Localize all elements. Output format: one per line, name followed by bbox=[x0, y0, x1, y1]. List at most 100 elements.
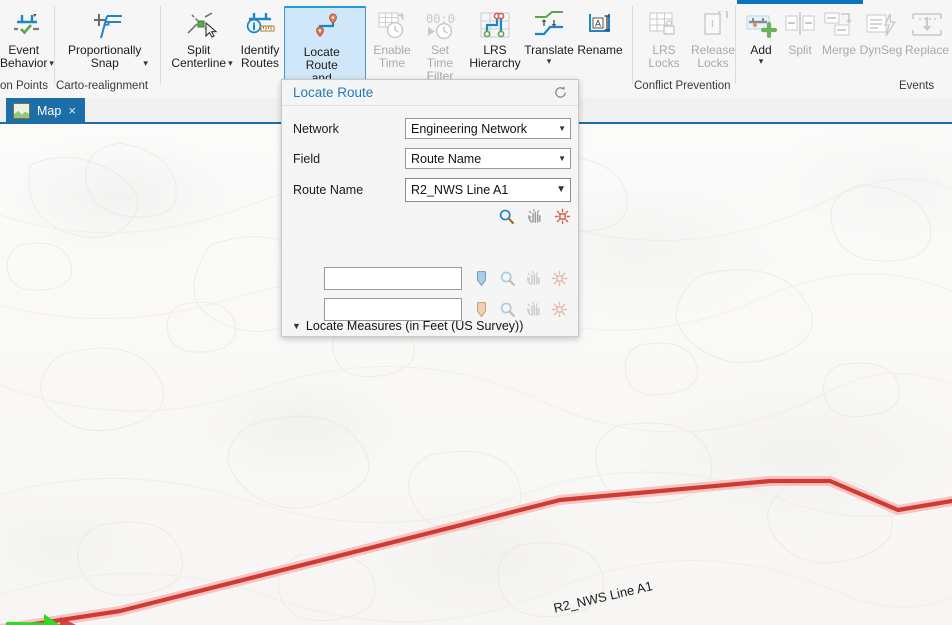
svg-text:A: A bbox=[595, 19, 601, 29]
ribbon-button-label: Split Centerline bbox=[171, 44, 226, 70]
route-action-icons bbox=[498, 208, 571, 225]
chevron-down-icon: ▼ bbox=[558, 155, 566, 163]
arcgis-pro-window: Event Behavior▾ Proportionally Snap▾ Spl… bbox=[0, 0, 952, 625]
ribbon-button-label: Proportionally Snap bbox=[68, 44, 141, 70]
ribbon-button-label: LRS Locks bbox=[648, 44, 679, 70]
ribbon-button-lrs-hierarchy[interactable]: LRS Hierarchy bbox=[464, 6, 526, 72]
route-name-combobox[interactable]: R2_NWS Line A1 ▼ bbox=[405, 178, 571, 202]
locate-route-icon bbox=[309, 11, 341, 45]
locate-route-header: Locate Route bbox=[282, 80, 578, 106]
measure-row-to bbox=[324, 298, 568, 321]
group-divider bbox=[54, 6, 55, 84]
tab-map-label: Map bbox=[37, 104, 61, 118]
chevron-down-icon[interactable]: ▾ bbox=[547, 57, 552, 66]
field-value: Route Name bbox=[411, 152, 481, 166]
pan-to-measure-icon bbox=[525, 301, 542, 318]
ribbon-button-set-time-filter: 00:00 Set Time Filter bbox=[414, 6, 466, 85]
add-event-icon bbox=[745, 9, 777, 43]
pin-icon[interactable] bbox=[473, 270, 490, 287]
chevron-expanded-icon: ▼ bbox=[292, 322, 301, 331]
map-icon bbox=[13, 103, 30, 119]
field-label: Field bbox=[293, 152, 405, 166]
chevron-down-icon[interactable]: ▾ bbox=[228, 59, 233, 68]
tab-map[interactable]: Map × bbox=[6, 98, 85, 124]
replace-event-icon bbox=[910, 9, 944, 43]
pan-to-route-icon[interactable] bbox=[526, 208, 543, 225]
ribbon-buttons: Event Behavior▾ Proportionally Snap▾ Spl… bbox=[0, 4, 952, 78]
ribbon-button-label: Replace bbox=[905, 44, 949, 57]
split-centerline-icon bbox=[185, 9, 219, 43]
ribbon-button-rename[interactable]: A Rename bbox=[574, 6, 626, 59]
chevron-down-icon[interactable]: ▾ bbox=[759, 57, 764, 66]
group-divider bbox=[632, 6, 633, 84]
zoom-to-route-icon[interactable] bbox=[498, 208, 515, 225]
ribbon-button-release-locks: Release Locks bbox=[686, 6, 740, 72]
measure-row-from bbox=[324, 267, 568, 290]
locate-measures-section-header[interactable]: ▼ Locate Measures (in Feet (US Survey)) bbox=[292, 319, 523, 333]
ribbon-button-label: LRS Hierarchy bbox=[469, 44, 520, 70]
ribbon-button-event-behavior[interactable]: Event Behavior▾ bbox=[0, 6, 54, 72]
dynseg-icon bbox=[865, 9, 897, 43]
from-measure-input[interactable] bbox=[324, 267, 462, 290]
identify-routes-icon bbox=[244, 9, 276, 43]
network-label: Network bbox=[293, 122, 405, 136]
ribbon-button-label: Split bbox=[788, 44, 811, 57]
ribbon-button-lrs-locks: LRS Locks bbox=[640, 6, 688, 72]
pan-to-measure-icon bbox=[525, 270, 542, 287]
ribbon-button-label: Identify Routes bbox=[241, 44, 280, 70]
close-icon[interactable]: × bbox=[68, 104, 76, 118]
ribbon-button-label: Rename bbox=[577, 44, 622, 57]
flash-measure-icon bbox=[551, 301, 568, 318]
network-combobox[interactable]: Engineering Network ▼ bbox=[405, 118, 571, 139]
event-behavior-icon bbox=[11, 9, 43, 43]
ribbon-button-replace-event: Replace bbox=[902, 6, 952, 59]
ribbon-group-label: on Points bbox=[0, 80, 48, 92]
ribbon-button-add-event[interactable]: Add▾ bbox=[740, 6, 782, 68]
chevron-down-icon: ▼ bbox=[558, 125, 566, 133]
ribbon-button-label: DynSeg bbox=[860, 44, 903, 57]
zoom-to-measure-icon[interactable] bbox=[499, 270, 516, 287]
chevron-down-icon: ▼ bbox=[556, 186, 566, 194]
lrs-hierarchy-icon bbox=[479, 9, 511, 43]
field-row-field: Field Route Name ▼ bbox=[293, 148, 571, 169]
to-measure-icons bbox=[473, 301, 568, 318]
lrs-locks-icon bbox=[648, 9, 680, 43]
ribbon-button-label: Enable Time bbox=[373, 44, 410, 70]
flash-route-icon[interactable] bbox=[554, 208, 571, 225]
ribbon-button-enable-time: Enable Time bbox=[368, 6, 416, 72]
from-measure-icons bbox=[473, 270, 568, 287]
ribbon-button-merge-event: Merge bbox=[818, 6, 860, 59]
pin-icon[interactable] bbox=[473, 301, 490, 318]
ribbon-button-translate[interactable]: Translate▾ bbox=[522, 6, 576, 68]
route-name-value: R2_NWS Line A1 bbox=[411, 183, 508, 197]
field-row-route-name: Route Name R2_NWS Line A1 ▼ bbox=[293, 178, 571, 202]
ribbon-button-proportionally-snap[interactable]: Proportionally Snap▾ bbox=[60, 6, 156, 72]
field-row-network: Network Engineering Network ▼ bbox=[293, 118, 571, 139]
ribbon-button-split-centerline[interactable]: Split Centerline▾ bbox=[166, 6, 238, 72]
zoom-to-measure-icon[interactable] bbox=[499, 301, 516, 318]
split-event-icon bbox=[784, 9, 816, 43]
chevron-down-icon[interactable]: ▾ bbox=[143, 59, 148, 68]
ribbon-button-label: Release Locks bbox=[691, 44, 735, 70]
group-divider bbox=[160, 6, 161, 84]
ribbon-button-label: Set Time Filter bbox=[418, 44, 462, 83]
enable-time-icon bbox=[376, 9, 408, 43]
locate-measures-label: Locate Measures (in Feet (US Survey)) bbox=[306, 319, 523, 333]
ribbon-group-label: Events bbox=[899, 80, 934, 92]
network-value: Engineering Network bbox=[411, 122, 527, 136]
ribbon-button-label: Event Behavior bbox=[0, 44, 47, 70]
ribbon-button-dynseg: DynSeg bbox=[858, 6, 904, 59]
ribbon-button-identify-routes[interactable]: Identify Routes bbox=[234, 6, 286, 72]
release-locks-icon bbox=[697, 9, 729, 43]
flash-measure-icon bbox=[551, 270, 568, 287]
to-measure-input[interactable] bbox=[324, 298, 462, 321]
refresh-icon[interactable] bbox=[553, 85, 568, 100]
locate-route-pane: Locate Route Network Engineering Network… bbox=[281, 79, 579, 337]
field-combobox[interactable]: Route Name ▼ bbox=[405, 148, 571, 169]
rename-icon: A bbox=[584, 9, 616, 43]
ribbon-group-label: Carto-realignment bbox=[56, 80, 148, 92]
ribbon-button-split-event: Split bbox=[780, 6, 820, 59]
proportionally-snap-icon bbox=[91, 9, 125, 43]
set-time-filter-icon: 00:00 bbox=[424, 9, 456, 43]
translate-icon bbox=[532, 9, 566, 43]
